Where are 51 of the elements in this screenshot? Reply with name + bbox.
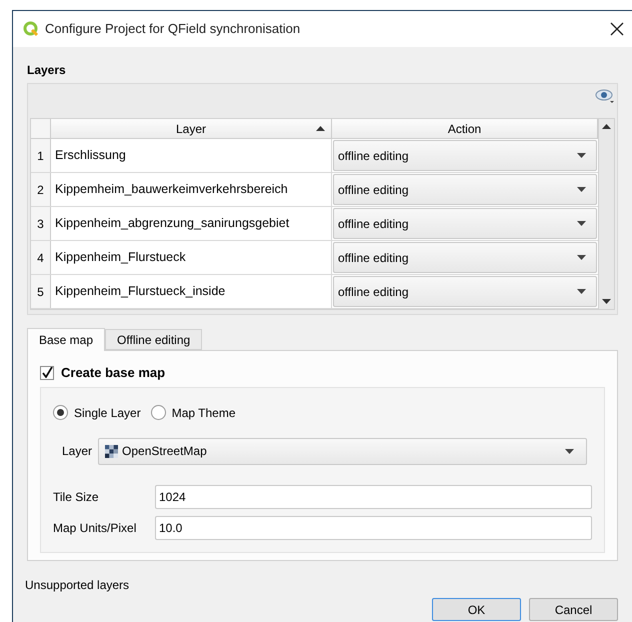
checkbox-label: Create base map (61, 364, 166, 382)
caret-icon (565, 448, 574, 454)
caret-icon (577, 153, 586, 158)
caret-icon (577, 221, 586, 226)
row-number: 5 (31, 275, 51, 308)
field-label: Map Units/Pixel (53, 520, 138, 536)
action-dropdown[interactable]: offline editing (333, 208, 597, 239)
dialog-button[interactable]: OK (432, 598, 521, 621)
row-number: 3 (31, 207, 51, 240)
input-field[interactable]: 1024 (155, 484, 592, 508)
scroll-down-icon[interactable] (602, 299, 611, 304)
tab[interactable]: Base map (27, 328, 106, 351)
table-cell: Kippenheim_abgrenzung_sanirungsgebiet (51, 207, 332, 240)
field-label: Tile Size (53, 488, 100, 506)
window-title: Configure Project for QField synchronisation (45, 20, 302, 38)
scroll-up-icon[interactable] (602, 124, 611, 129)
scrollbar[interactable] (599, 118, 615, 310)
raster-layer-icon (105, 444, 118, 458)
field-label: Layer (62, 443, 92, 460)
table-cell: Kippenheim_Flurstueck_inside (51, 275, 332, 308)
action-dropdown[interactable]: offline editing (333, 174, 597, 205)
row-number: 1 (31, 139, 51, 172)
tab[interactable]: Offline editing (105, 329, 202, 350)
action-dropdown[interactable]: offline editing (333, 242, 597, 273)
action-dropdown[interactable]: offline editing (333, 276, 597, 307)
close-icon[interactable] (610, 22, 624, 36)
layer-dropdown[interactable]: OpenStreetMap (98, 438, 587, 464)
eye-icon[interactable] (595, 88, 615, 104)
radio-button[interactable] (53, 405, 68, 420)
table-cell: Kippenheim_Flurstueck (51, 241, 332, 274)
check-icon (42, 367, 52, 378)
row-number: 2 (31, 173, 51, 206)
input-field[interactable]: 10.0 (155, 516, 592, 540)
unsupported-layers-label: Unsupported layers (25, 577, 130, 594)
table-cell: Erschlissung (51, 139, 332, 172)
table-cell: Kippemheim_bauwerkeimverkehrsbereich (51, 173, 332, 206)
column-header[interactable]: Action (332, 119, 598, 139)
action-dropdown[interactable]: offline editing (333, 140, 597, 171)
dialog-button[interactable]: Cancel (529, 598, 618, 621)
app-logo-icon (23, 21, 39, 37)
radio-button[interactable] (150, 405, 166, 420)
radio-label: Single Layer (74, 404, 141, 422)
column-header[interactable]: Layer (51, 119, 332, 139)
row-number: 4 (31, 241, 51, 274)
checkbox[interactable] (40, 366, 54, 380)
section-title: Layers (27, 62, 67, 79)
caret-icon (577, 255, 586, 260)
sort-arrow-icon (316, 126, 325, 131)
radio-label: Map Theme (172, 404, 236, 422)
caret-icon (577, 187, 586, 192)
caret-icon (577, 289, 586, 294)
